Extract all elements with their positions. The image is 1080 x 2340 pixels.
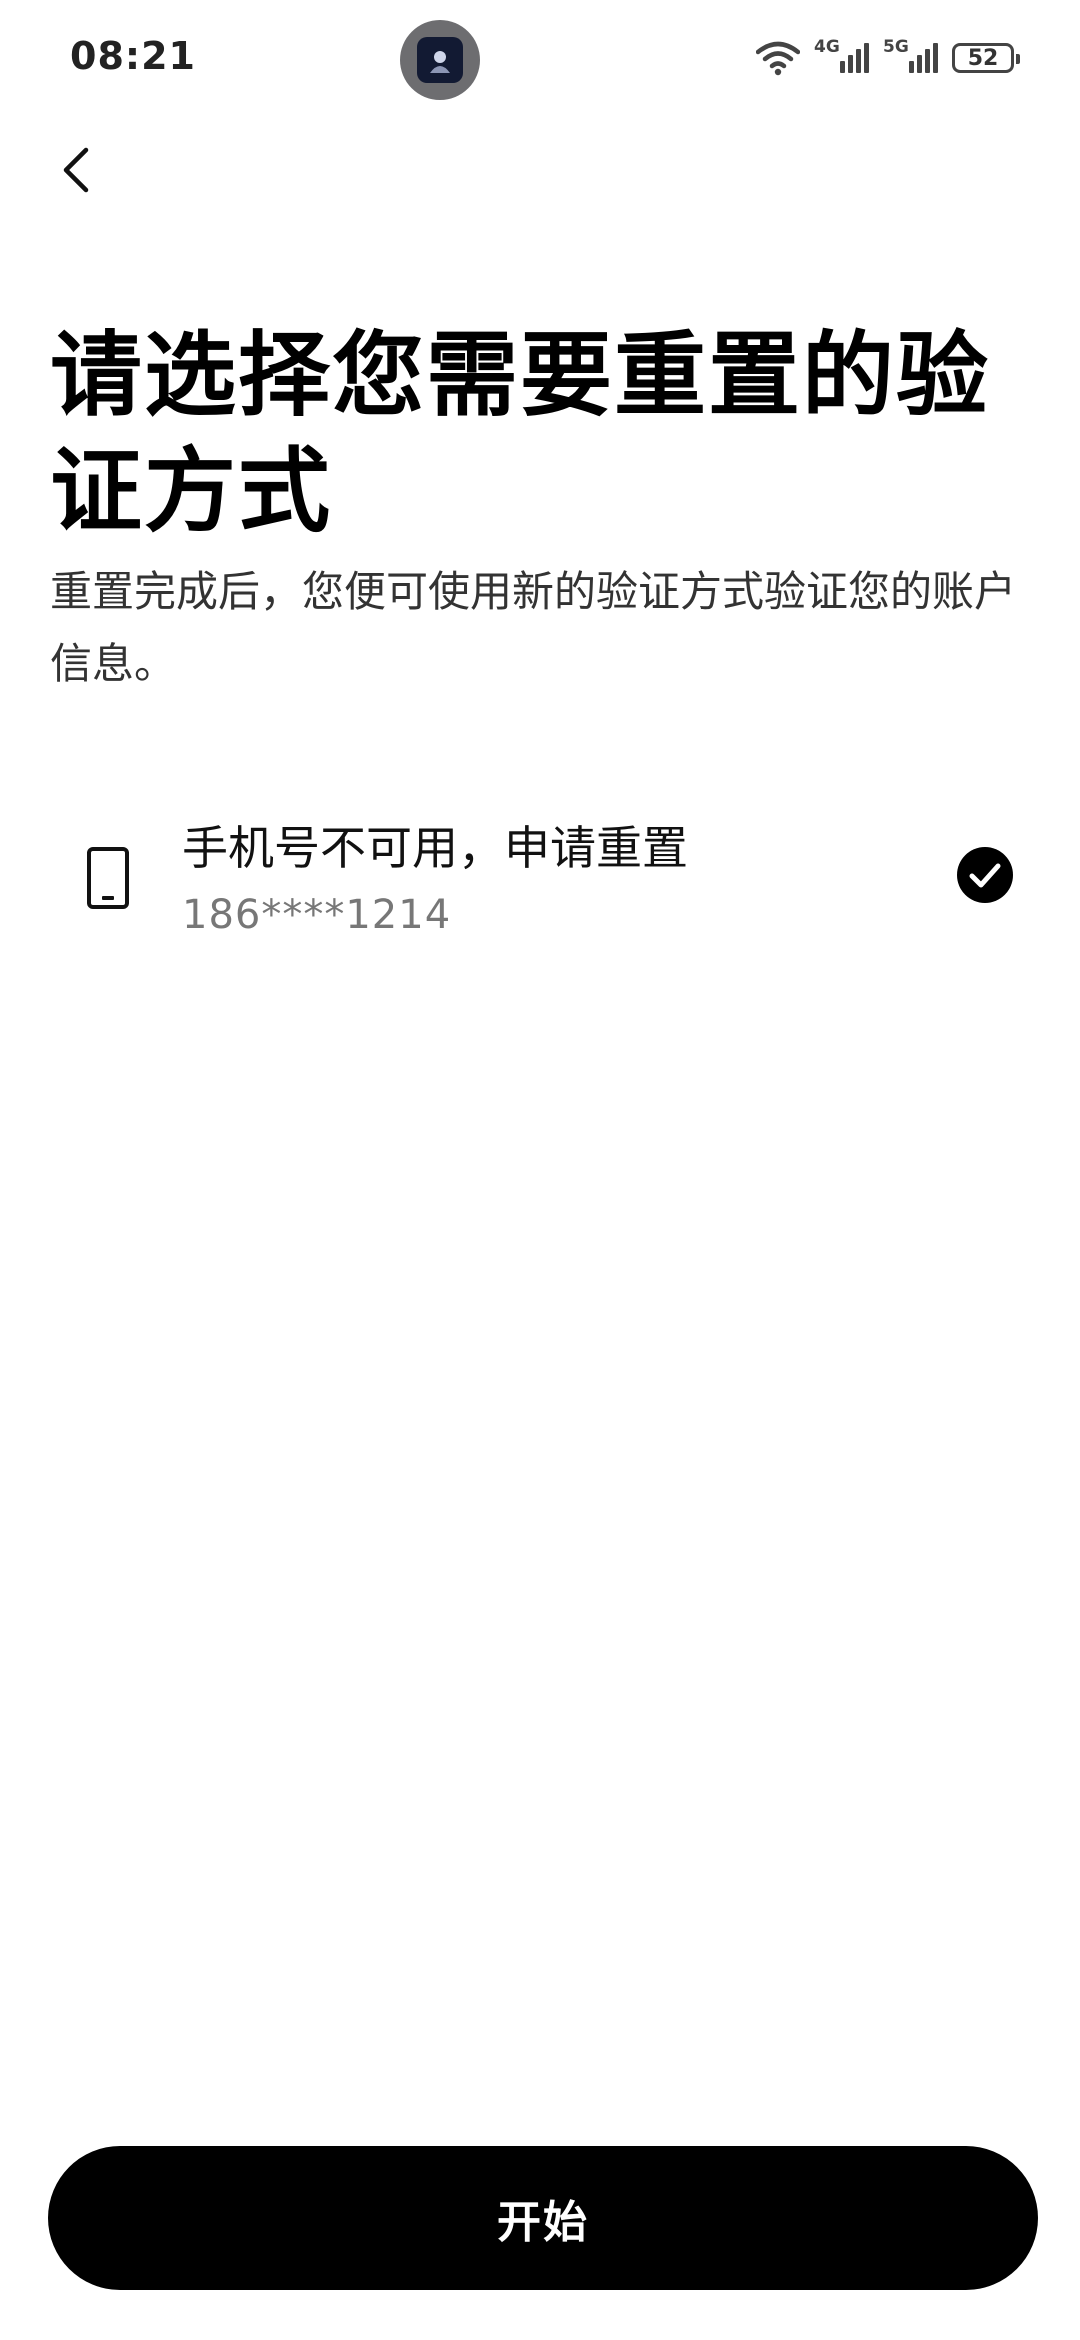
option-title: 手机号不可用，申请重置 bbox=[182, 821, 688, 875]
back-button[interactable] bbox=[46, 140, 106, 200]
signal-icon-2: 5G bbox=[883, 37, 938, 73]
start-button[interactable]: 开始 bbox=[48, 2146, 1038, 2290]
battery-level: 52 bbox=[967, 45, 999, 71]
page-title: 请选择您需要重置的验证方式 bbox=[50, 322, 991, 545]
network-type-1: 4G bbox=[814, 37, 840, 57]
checkmark-selected-icon[interactable] bbox=[956, 846, 1014, 904]
chevron-left-icon bbox=[63, 147, 89, 193]
signal-icon: 4G bbox=[814, 37, 869, 73]
status-time: 08:21 bbox=[70, 34, 196, 78]
network-type-2: 5G bbox=[883, 37, 909, 57]
floating-app-bubble[interactable] bbox=[400, 20, 480, 100]
verification-option-phone[interactable]: 手机号不可用，申请重置 186****1214 bbox=[50, 800, 1030, 950]
status-bar: 08:21 4G 5G 52 bbox=[0, 0, 1080, 120]
page-description: 重置完成后，您便可使用新的验证方式验证您的账户信息。 bbox=[50, 567, 1017, 688]
wifi-icon bbox=[756, 41, 800, 76]
phone-icon bbox=[87, 847, 129, 909]
status-icons: 4G 5G 52 bbox=[756, 36, 1020, 80]
app-thumbnail-icon bbox=[417, 37, 463, 83]
option-masked-phone: 186****1214 bbox=[182, 892, 452, 938]
battery-icon: 52 bbox=[952, 43, 1020, 73]
